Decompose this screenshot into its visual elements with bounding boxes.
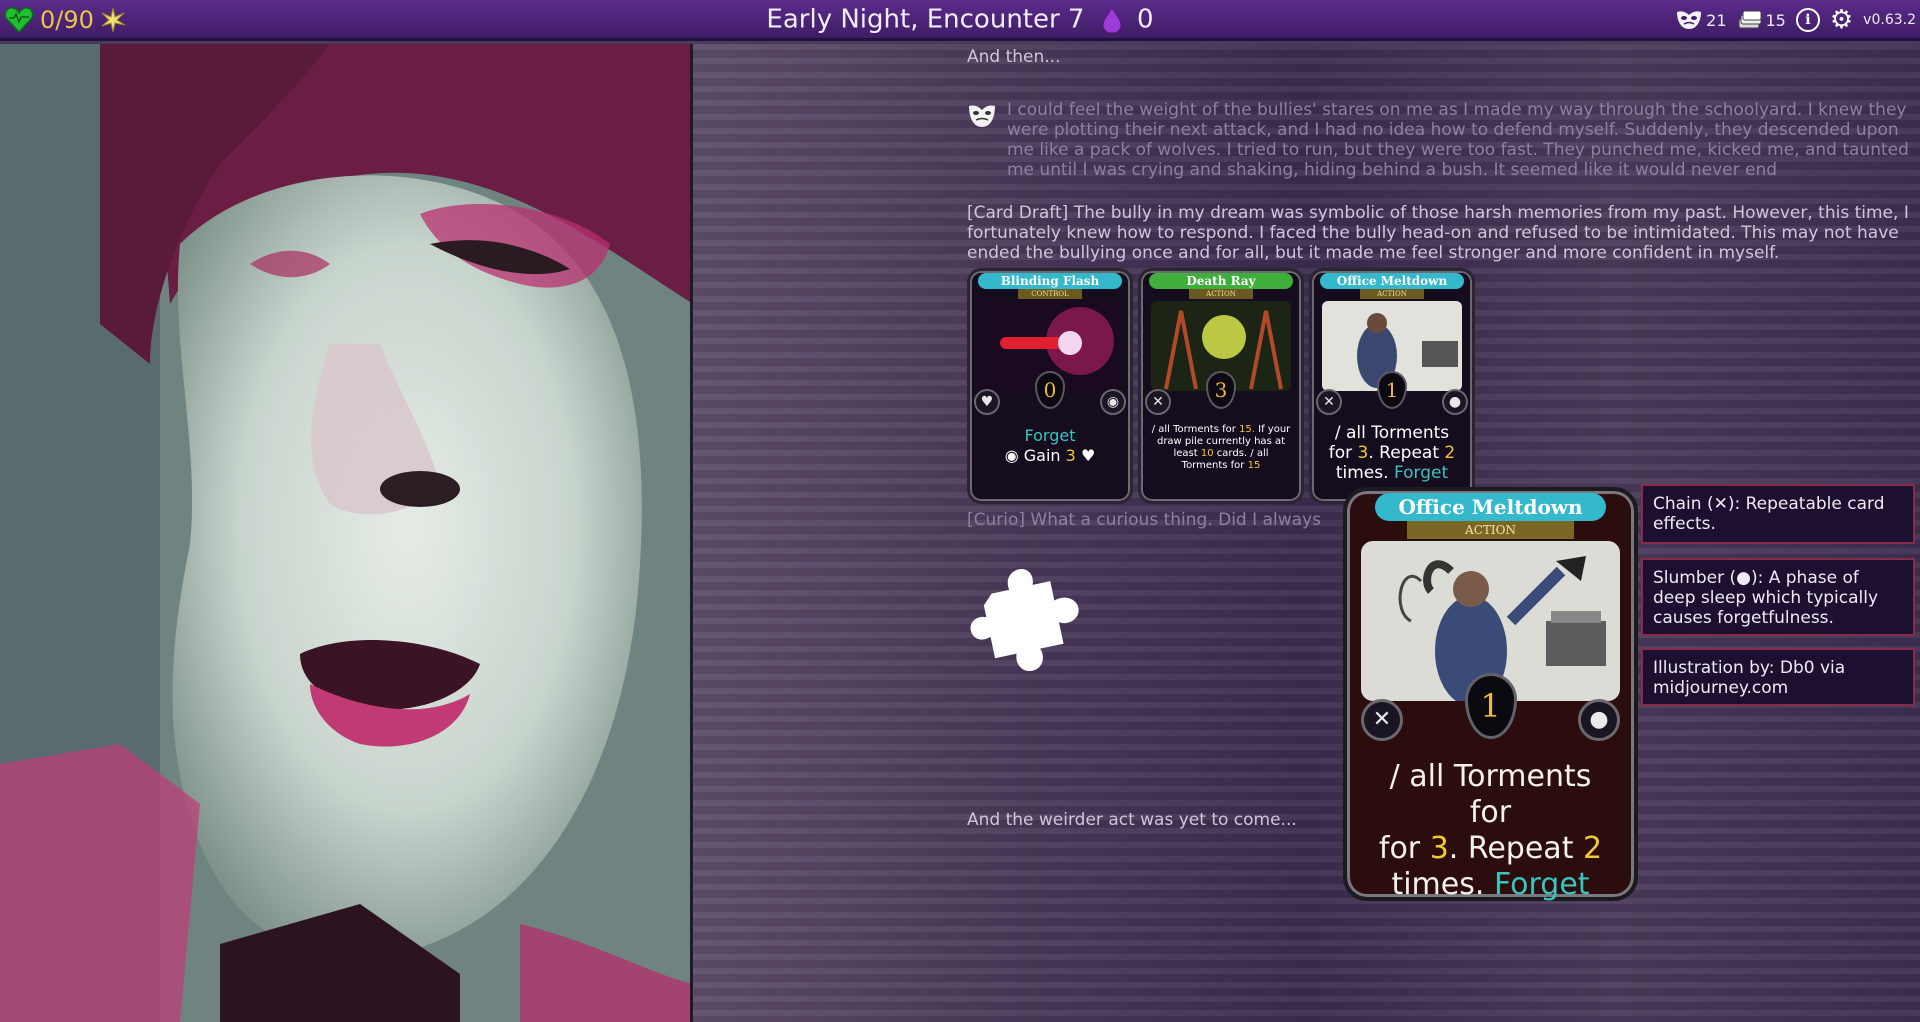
top-bar: 0/90 Early Night, Encounter 7 0 21 15 i …	[0, 0, 1920, 41]
deck-stat[interactable]: 21	[1675, 9, 1727, 31]
chain-icon: ✕	[1361, 699, 1403, 741]
wand-icon: /	[1334, 423, 1341, 443]
card-title: Office Meltdown	[1375, 493, 1606, 521]
wand-icon: /	[1151, 424, 1156, 435]
mask-icon	[1677, 11, 1702, 29]
info-icon[interactable]: i	[1795, 8, 1820, 32]
tooltip-slumber: Slumber (●): A phase of deep sleep which…	[1641, 558, 1915, 636]
card-text: Forget ◉ Gain 3 ♥	[980, 426, 1120, 466]
story-intro: And then...	[967, 47, 1061, 67]
heart-icon: ♥	[1080, 446, 1096, 465]
top-right-stats: 21 15 i ⚙ v0.63.2	[1675, 7, 1916, 33]
drop-icon	[1102, 5, 1122, 34]
card-text: / all Torments for for 3. Repeat 2 times…	[1378, 759, 1603, 902]
card-draft-text: [Card Draft] The bully in my dream was s…	[967, 203, 1909, 263]
card-title: Death Ray	[1149, 273, 1293, 289]
story-outro: And the weirder act was yet to come...	[967, 810, 1297, 830]
cards-count: 15	[1765, 10, 1786, 30]
card-office-meltdown[interactable]: Office Meltdown ACTION 1 ✕ ● / all Torme…	[1309, 268, 1475, 504]
card-blinding-flash[interactable]: Blinding Flash CONTROL 0 ♥ ◉ Forget ◉ Ga…	[967, 268, 1133, 504]
slumber-icon: ●	[1578, 699, 1620, 741]
encounter-title-area: Early Night, Encounter 7 0	[0, 4, 1920, 35]
puzzle-icon[interactable]	[968, 567, 1086, 679]
wand-icon: /	[1389, 759, 1400, 794]
card-text: / all Torments for 3. Repeat 2 times. Fo…	[1328, 423, 1456, 483]
essence-value: 0	[1137, 4, 1154, 35]
card-type: CONTROL	[1018, 289, 1082, 299]
card-cost: 1	[1377, 371, 1407, 409]
heart-icon: ♥	[974, 389, 1000, 415]
cards-stat[interactable]: 15	[1737, 10, 1786, 30]
card-title: Office Meltdown	[1320, 273, 1464, 289]
card-type: ACTION	[1189, 289, 1253, 299]
chain-icon: ✕	[1316, 389, 1342, 415]
memory-text: I could feel the weight of the bullies' …	[1007, 100, 1909, 180]
forget-keyword: Forget	[1024, 426, 1076, 445]
deck-count: 21	[1706, 10, 1727, 30]
wand-icon: /	[1250, 448, 1254, 459]
curio-text: [Curio] What a curious thing. Did I alwa…	[967, 510, 1321, 530]
gain-label: Gain	[1023, 446, 1061, 465]
card-type: ACTION	[1360, 289, 1424, 299]
slumber-icon: ●	[1442, 389, 1468, 415]
face-illustration	[0, 44, 693, 1022]
card-type: ACTION	[1407, 521, 1574, 539]
slumber-icon: ●	[1736, 568, 1751, 588]
tooltip-chain: Chain (✕): Repeatable card effects.	[1641, 484, 1915, 544]
card-cost: 0	[1035, 371, 1065, 409]
encounter-title: Early Night, Encounter 7	[766, 4, 1085, 35]
mask-icon	[969, 105, 995, 127]
gain-value: 3	[1065, 446, 1076, 465]
chain-icon: ✕	[1713, 494, 1728, 514]
dream-illustration	[0, 44, 693, 1022]
card-preview-office-meltdown: Office Meltdown ACTION 1 ✕ ● / all Torme…	[1343, 487, 1638, 902]
card-death-ray[interactable]: Death Ray ACTION 3 ✕ / all Torments for …	[1138, 268, 1304, 504]
card-title: Blinding Flash	[978, 273, 1122, 289]
slumber-icon: ◉	[1100, 389, 1126, 415]
tooltip-illustration: Illustration by: Db0 via midjourney.com	[1641, 648, 1915, 706]
gear-icon[interactable]: ⚙	[1830, 7, 1853, 33]
card-cost: 3	[1206, 371, 1236, 409]
card-cost: 1	[1464, 673, 1517, 739]
card-text: / all Torments for 15. If your draw pile…	[1151, 424, 1291, 471]
cards-icon	[1738, 10, 1761, 29]
chain-icon: ✕	[1145, 389, 1171, 415]
eye-icon: ◉	[1004, 446, 1019, 465]
version-label: v0.63.2	[1863, 12, 1916, 28]
